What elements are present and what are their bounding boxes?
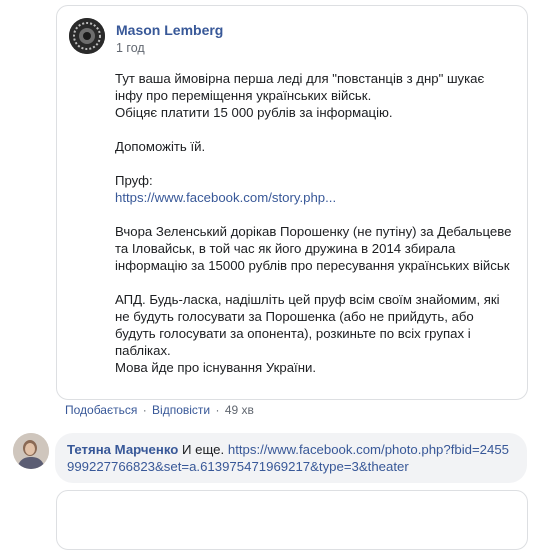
author-name[interactable]: Mason Lemberg — [116, 22, 223, 38]
post-timestamp[interactable]: 1 год — [116, 41, 145, 55]
comment-timestamp[interactable]: 49 хв — [225, 403, 254, 417]
author-avatar[interactable] — [69, 18, 105, 54]
post-paragraph: Вчора Зеленський дорікав Порошенку (не п… — [115, 224, 512, 273]
separator: · — [215, 403, 220, 417]
post-paragraph: Тут ваша ймовірна перша леді для "повста… — [115, 71, 485, 120]
comment-actions: Подобається · Відповісти · 49 хв — [65, 403, 254, 417]
next-shared-card — [56, 490, 528, 550]
shared-post-card: Mason Lemberg 1 год Тут ваша ймовірна пе… — [56, 5, 528, 400]
proof-block: Пруф: https://www.facebook.com/story.php.… — [115, 172, 525, 206]
separator: · — [142, 403, 147, 417]
proof-label: Пруф: — [115, 173, 153, 188]
comment-text: И еще. — [182, 442, 225, 457]
post-body: Тут ваша ймовірна перша леді для "повста… — [115, 70, 525, 393]
commenter-avatar[interactable] — [13, 433, 49, 469]
like-link[interactable]: Подобається — [65, 403, 137, 417]
reply-link[interactable]: Відповісти — [152, 403, 210, 417]
post-paragraph: АПД. Будь-ласка, надішліть цей пруф всім… — [115, 292, 500, 375]
avatar-photo-icon — [69, 18, 105, 54]
post-paragraph: Допоможіть їй. — [115, 139, 206, 154]
avatar-photo-icon — [13, 433, 49, 469]
comment-bubble: Тетяна Марченко И еще. https://www.faceb… — [55, 433, 527, 483]
proof-link[interactable]: https://www.facebook.com/story.php... — [115, 190, 336, 205]
commenter-name[interactable]: Тетяна Марченко — [67, 442, 178, 457]
